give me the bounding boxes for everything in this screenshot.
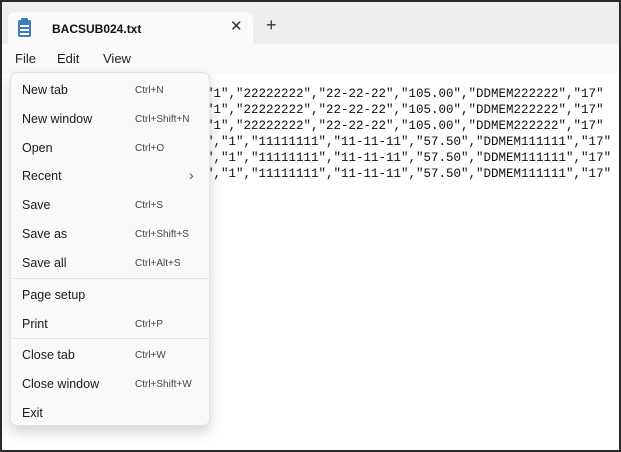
notepad-icon bbox=[18, 18, 31, 37]
text-line: "1","22222222","22-22-22","105.00","DDME… bbox=[206, 87, 604, 101]
text-line: ","1","11111111","11-11-11","57.50","DDM… bbox=[206, 135, 612, 149]
notepad-window: BACSUB024.txt ✕ + File Edit View "1","22… bbox=[0, 0, 621, 452]
tab-bacsub024[interactable]: BACSUB024.txt ✕ bbox=[8, 12, 253, 44]
menu-file[interactable]: File bbox=[15, 51, 36, 66]
menu-view[interactable]: View bbox=[103, 51, 131, 66]
menu-separator bbox=[12, 278, 210, 279]
text-line: "1","22222222","22-22-22","105.00","DDME… bbox=[206, 119, 604, 133]
menu-item-save-all[interactable]: Save all Ctrl+Alt+S bbox=[11, 249, 211, 277]
close-tab-icon[interactable]: ✕ bbox=[230, 18, 243, 36]
menu-item-exit[interactable]: Exit bbox=[11, 399, 211, 427]
new-tab-icon[interactable]: + bbox=[266, 16, 277, 34]
text-line: ","1","11111111","11-11-11","57.50","DDM… bbox=[206, 151, 612, 165]
menu-item-recent[interactable]: Recent › bbox=[11, 162, 211, 190]
menu-separator bbox=[12, 338, 210, 339]
menu-item-new-window[interactable]: New window Ctrl+Shift+N bbox=[11, 105, 211, 133]
menu-item-close-tab[interactable]: Close tab Ctrl+W bbox=[11, 341, 211, 369]
menu-item-open[interactable]: Open Ctrl+O bbox=[11, 134, 211, 162]
menu-bar: File Edit View bbox=[2, 44, 619, 74]
text-line: ","1","11111111","11-11-11","57.50","DDM… bbox=[206, 167, 612, 181]
menu-item-close-window[interactable]: Close window Ctrl+Shift+W bbox=[11, 370, 211, 398]
tab-title: BACSUB024.txt bbox=[52, 22, 142, 36]
menu-item-print[interactable]: Print Ctrl+P bbox=[11, 310, 211, 338]
tab-strip: BACSUB024.txt ✕ + bbox=[2, 2, 619, 44]
menu-item-save-as[interactable]: Save as Ctrl+Shift+S bbox=[11, 220, 211, 248]
menu-edit[interactable]: Edit bbox=[57, 51, 79, 66]
chevron-right-icon: › bbox=[189, 167, 194, 183]
file-menu-dropdown: New tab Ctrl+N New window Ctrl+Shift+N O… bbox=[10, 72, 210, 426]
menu-item-page-setup[interactable]: Page setup bbox=[11, 281, 211, 309]
text-line: "1","22222222","22-22-22","105.00","DDME… bbox=[206, 103, 604, 117]
menu-item-new-tab[interactable]: New tab Ctrl+N bbox=[11, 76, 211, 104]
menu-item-save[interactable]: Save Ctrl+S bbox=[11, 191, 211, 219]
